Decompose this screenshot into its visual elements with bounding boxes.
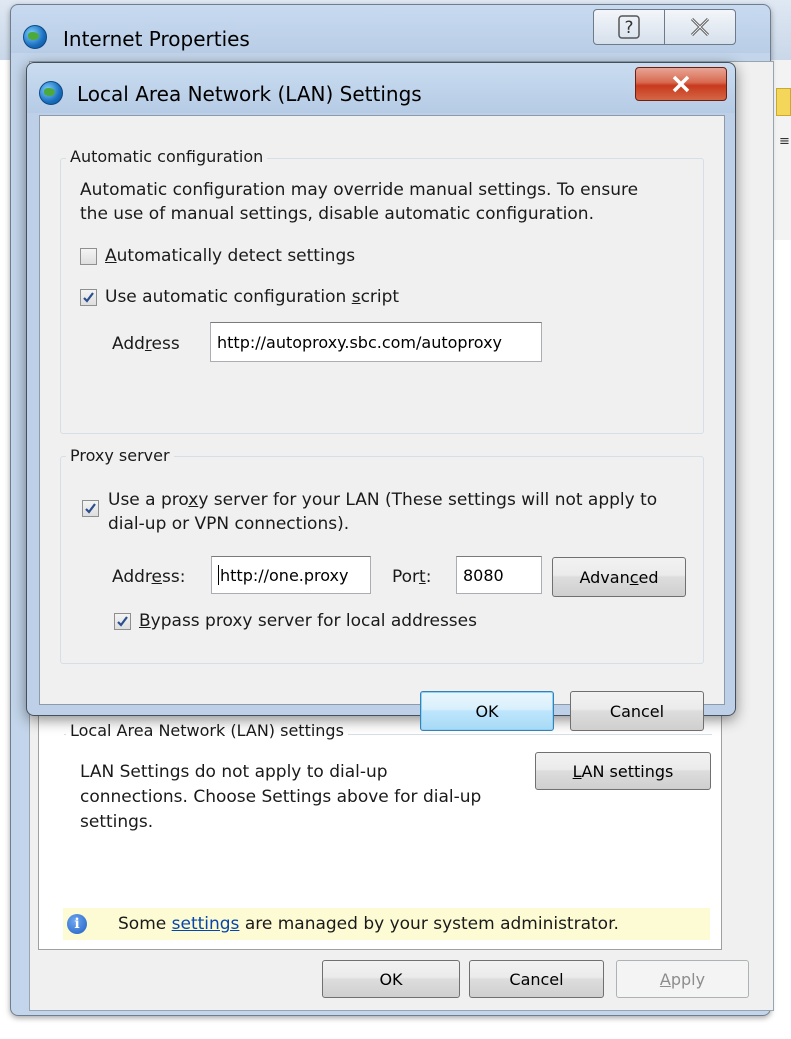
proxy-address-mnemonic: e [151,567,162,587]
advanced-mnemonic: c [629,567,639,587]
outer-cancel-button[interactable]: Cancel [469,960,604,998]
bypass-check-icon [117,615,128,627]
apply-label: pply [670,969,706,989]
use-script-mnemonic: s [351,287,361,307]
globe-icon [23,25,47,49]
use-script-row[interactable]: Use automatic configuration script [80,287,399,307]
help-icon: ? [618,15,640,39]
bypass-row[interactable]: Bypass proxy server for local addresses [114,611,477,631]
auto-config-legend: Automatic configuration [66,147,268,166]
use-script-prefix: Use automatic configuration [105,287,352,307]
auto-detect-text: utomatically detect settings [116,246,356,266]
info-text-after: are managed by your system administrator… [239,914,619,934]
background-app-menu-icon: ≡ [779,134,790,149]
bypass-label: Bypass proxy server for local addresses [139,611,477,631]
proxy-server-legend: Proxy server [66,446,174,465]
proxy-address-input[interactable]: http://one.proxy [211,556,371,594]
use-proxy-prefix: Use a pro [108,490,189,510]
lan-dialog-client: Automatic configuration Automatic config… [39,115,725,731]
use-proxy-label-line-2: dial-up or VPN connections). [108,514,350,534]
proxy-address-prefix: Addr [112,567,152,587]
lan-settings-mnemonic: L [572,761,582,781]
use-script-text: cript [360,287,400,307]
info-icon: i [67,914,87,934]
window-title: Internet Properties [63,27,250,51]
lan-description-line-1: LAN Settings do not apply to dial-up [80,762,388,782]
lan-dialog-close-icon [672,75,690,93]
help-button[interactable]: ? [593,9,665,45]
settings-link[interactable]: settings [172,914,240,934]
lan-description-line-2: connections. Choose Settings above for d… [80,787,482,807]
lan-settings-label: AN settings [581,761,674,781]
outer-ok-button[interactable]: OK [322,960,460,998]
proxy-address-text: ss: [162,567,186,587]
advanced-button[interactable]: Advan c ed [552,557,686,597]
apply-button[interactable]: Apply [616,960,749,998]
script-address-mnemonic: r [144,334,152,354]
use-proxy-checkbox[interactable] [82,500,99,517]
apply-mnemonic: A [659,969,671,989]
background-app-highlight [776,88,791,116]
port-mnemonic: t [419,567,426,587]
info-text: Some settings are managed by your system… [118,914,619,934]
lan-description-line-3: settings. [80,812,154,832]
info-text-before: Some [118,914,172,934]
use-script-label: Use automatic configuration script [105,287,399,307]
lan-dialog-title: Local Area Network (LAN) Settings [77,82,422,106]
auto-config-description-line-2: the use of manual settings, disable auto… [80,204,594,224]
lan-dialog-close-button[interactable] [635,67,727,101]
port-prefix: Por [392,567,420,587]
script-address-prefix: Add [112,334,145,354]
script-address-input[interactable]: http://autoproxy.sbc.com/autoproxy [210,322,542,362]
port-text: : [425,567,432,587]
advanced-prefix: Advan [579,567,630,587]
bypass-text: ypass proxy server for local addresses [150,611,477,631]
port-label: Port: [392,567,431,587]
auto-detect-checkbox[interactable] [80,247,97,265]
proxy-address-value: http://one.proxy [220,565,349,585]
auto-config-description-line-1: Automatic configuration may override man… [80,180,639,200]
use-script-checkbox[interactable] [80,288,97,306]
text-cursor [218,565,219,585]
lan-cancel-button[interactable]: Cancel [570,691,704,731]
use-proxy-text: y server for your LAN (These settings wi… [198,490,658,510]
advanced-text: ed [638,567,659,587]
close-button[interactable] [664,9,736,45]
lan-group-legend: Local Area Network (LAN) settings [66,721,348,740]
use-proxy-check-icon [85,503,96,514]
use-proxy-label-line-1[interactable]: Use a proxy server for your LAN (These s… [108,490,657,510]
use-proxy-mnemonic: x [188,490,199,510]
script-address-text: ess [151,334,180,354]
port-input[interactable]: 8080 [456,556,542,594]
svg-text:?: ? [624,18,633,38]
auto-detect-label: Automatically detect settings [105,246,355,266]
lan-dialog-globe-icon [39,81,63,105]
bypass-mnemonic: B [139,611,151,631]
proxy-address-label: Address: [112,567,185,587]
lan-ok-button[interactable]: OK [420,691,554,731]
script-address-label: Address [112,334,180,354]
checkbox-check-icon [83,291,94,303]
bypass-checkbox[interactable] [114,612,131,630]
auto-detect-mnemonic: A [105,246,117,266]
lan-settings-dialog: Local Area Network (LAN) Settings Automa… [26,62,736,731]
auto-detect-row[interactable]: Automatically detect settings [80,246,355,266]
close-icon [690,17,710,37]
lan-settings-button[interactable]: L AN settings [535,752,711,790]
